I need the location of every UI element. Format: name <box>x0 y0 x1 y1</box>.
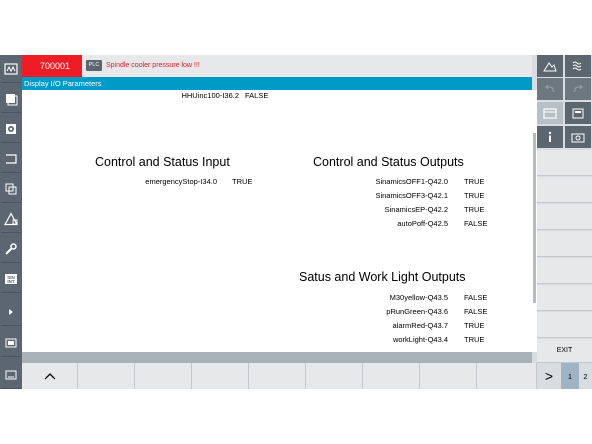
next-arrow-button[interactable]: > <box>537 363 561 389</box>
light-output-value: FALSE <box>464 307 488 316</box>
vertical-softkey-1[interactable] <box>537 150 592 176</box>
control-input-value: TRUE <box>232 177 253 186</box>
calculator-icon[interactable] <box>565 102 591 124</box>
hmi-frame: SIN INT 700001 PLC Spindle cooler pressur… <box>0 55 592 389</box>
light-output-label: alarmRed-Q43.7 <box>392 321 448 330</box>
program-icon[interactable] <box>1 85 21 113</box>
horizontal-softkey-8[interactable] <box>420 363 477 389</box>
scrollbar-thumb[interactable] <box>533 133 536 303</box>
sinumerik-integrate-icon[interactable]: SIN INT <box>1 265 21 293</box>
screen-icon[interactable] <box>1 329 21 357</box>
left-toolbar: SIN INT <box>0 55 22 389</box>
plc-badge: PLC <box>86 60 102 71</box>
svg-text:INT: INT <box>7 279 15 284</box>
exit-button[interactable]: EXIT <box>537 339 592 363</box>
alarm-row: 700001 PLC Spindle cooler pressure low !… <box>22 55 532 77</box>
expand-icon[interactable] <box>1 298 21 326</box>
control-output-heading: Control and Status Outputs <box>313 155 464 169</box>
light-output-label: pRunGreen-Q43.6 <box>386 307 448 316</box>
horizontal-softkey-5[interactable] <box>249 363 306 389</box>
right-softkey-bar: EXIT <box>537 55 592 389</box>
horizontal-softkey-9[interactable] <box>477 363 537 389</box>
page-1-button[interactable]: 1 <box>561 363 579 389</box>
chevron-up-icon[interactable] <box>22 363 78 389</box>
light-output-value: FALSE <box>464 293 488 302</box>
info-icon[interactable] <box>537 126 563 148</box>
alarm-number[interactable]: 700001 <box>22 55 82 77</box>
horizontal-softkey-3[interactable] <box>135 363 192 389</box>
undo-icon[interactable] <box>537 78 563 100</box>
diagnostics-icon[interactable] <box>1 175 21 203</box>
top-row-value: FALSE <box>245 91 269 100</box>
program-manager-icon[interactable] <box>1 145 21 173</box>
light-output-value: TRUE <box>464 335 485 344</box>
horizontal-softkey-6[interactable] <box>306 363 363 389</box>
horizontal-softkey-4[interactable] <box>192 363 249 389</box>
control-output-value: FALSE <box>464 219 488 228</box>
light-output-label: M30yellow-Q43.5 <box>389 293 448 302</box>
alarm-icon[interactable] <box>1 205 21 233</box>
setup-icon[interactable] <box>1 235 21 263</box>
io-parameters-panel: HHUinc100-I36.2 FALSE Control and Status… <box>22 90 532 352</box>
control-output-label: SinamicsEP-Q42.2 <box>384 205 448 214</box>
control-output-label: autoPoff-Q42.5 <box>397 219 448 228</box>
light-output-value: TRUE <box>464 321 485 330</box>
light-output-label: workLight-Q43.4 <box>392 335 448 344</box>
vertical-softkey-2[interactable] <box>537 177 592 203</box>
horizontal-softkey-7[interactable] <box>363 363 420 389</box>
horizontal-scrollbar[interactable] <box>22 352 532 363</box>
vertical-softkey-4[interactable] <box>537 231 592 257</box>
top-row-label: HHUinc100-I36.2 <box>181 91 239 100</box>
keyboard-icon[interactable] <box>1 361 21 389</box>
control-input-heading: Control and Status Input <box>95 155 230 169</box>
horizontal-softkey-bar <box>22 363 537 389</box>
window-title: Display I/O Parameters <box>22 77 532 90</box>
horizontal-softkey-2[interactable] <box>78 363 135 389</box>
control-output-label: SinamicsOFF3-Q42.1 <box>375 191 448 200</box>
light-output-heading: Satus and Work Light Outputs <box>299 270 466 284</box>
window-icon[interactable] <box>537 102 563 124</box>
vertical-softkey-6[interactable] <box>537 285 592 311</box>
control-input-label: emergencyStop-I34.0 <box>145 177 217 186</box>
control-output-value: TRUE <box>464 205 485 214</box>
camera-icon[interactable] <box>565 126 591 148</box>
machine-icon[interactable] <box>1 55 21 83</box>
wave-icon[interactable] <box>565 55 591 77</box>
control-output-value: TRUE <box>464 177 485 186</box>
vertical-softkey-7[interactable] <box>537 312 592 338</box>
control-output-value: TRUE <box>464 191 485 200</box>
vertical-softkey-5[interactable] <box>537 258 592 284</box>
control-output-label: SinamicsOFF1-Q42.0 <box>375 177 448 186</box>
redo-icon[interactable] <box>565 78 591 100</box>
alarm-message: Spindle cooler pressure low !!! <box>106 62 200 69</box>
offset-icon[interactable] <box>1 115 21 143</box>
page-2-button[interactable]: 2 <box>579 363 592 389</box>
vertical-softkey-3[interactable] <box>537 204 592 230</box>
mountain-icon[interactable] <box>537 55 563 77</box>
